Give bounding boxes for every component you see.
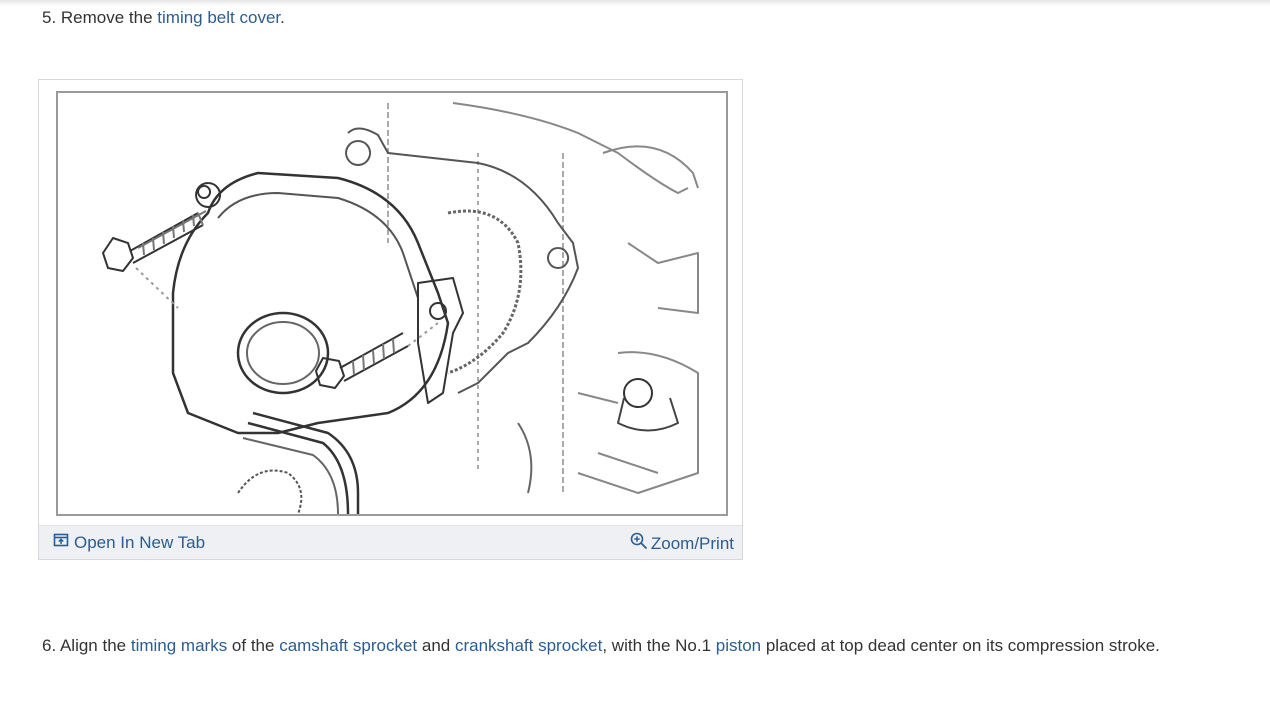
camshaft-sprocket-link[interactable]: camshaft sprocket [279, 636, 417, 655]
step-5-prefix: 5. Remove the [42, 8, 158, 27]
step-6-text-1: 6. Align the [42, 636, 131, 655]
step-6-text-5: placed at top dead center on its compres… [761, 636, 1160, 655]
piston-link[interactable]: piston [716, 636, 761, 655]
figure-box: Open In New Tab Zoom/Print [38, 79, 743, 560]
zoom-print-label: Zoom/Print [650, 533, 734, 553]
timing-marks-link[interactable]: timing marks [131, 636, 227, 655]
timing-belt-cover-illustration [56, 91, 728, 516]
step-6-text-4: , with the No.1 [602, 636, 716, 655]
step-6-text-3: and [417, 636, 455, 655]
step-5-text: 5. Remove the timing belt cover. [42, 8, 285, 28]
open-in-new-tab-button[interactable]: Open In New Tab [53, 532, 205, 553]
figure-toolbar: Open In New Tab Zoom/Print [39, 525, 742, 559]
step-5-suffix: . [280, 8, 285, 27]
step-6-text: 6. Align the timing marks of the camshaf… [42, 636, 1160, 656]
timing-belt-cover-link[interactable]: timing belt cover [157, 8, 280, 27]
crankshaft-sprocket-link[interactable]: crankshaft sprocket [455, 636, 602, 655]
engine-line-drawing [102, 102, 699, 514]
open-in-new-tab-label: Open In New Tab [74, 532, 206, 552]
step-6-text-2: of the [227, 636, 280, 655]
open-in-new-tab-icon [53, 532, 69, 553]
zoom-in-icon [630, 532, 648, 555]
zoom-print-button[interactable]: Zoom/Print [630, 532, 734, 555]
top-shadow [0, 0, 1270, 6]
